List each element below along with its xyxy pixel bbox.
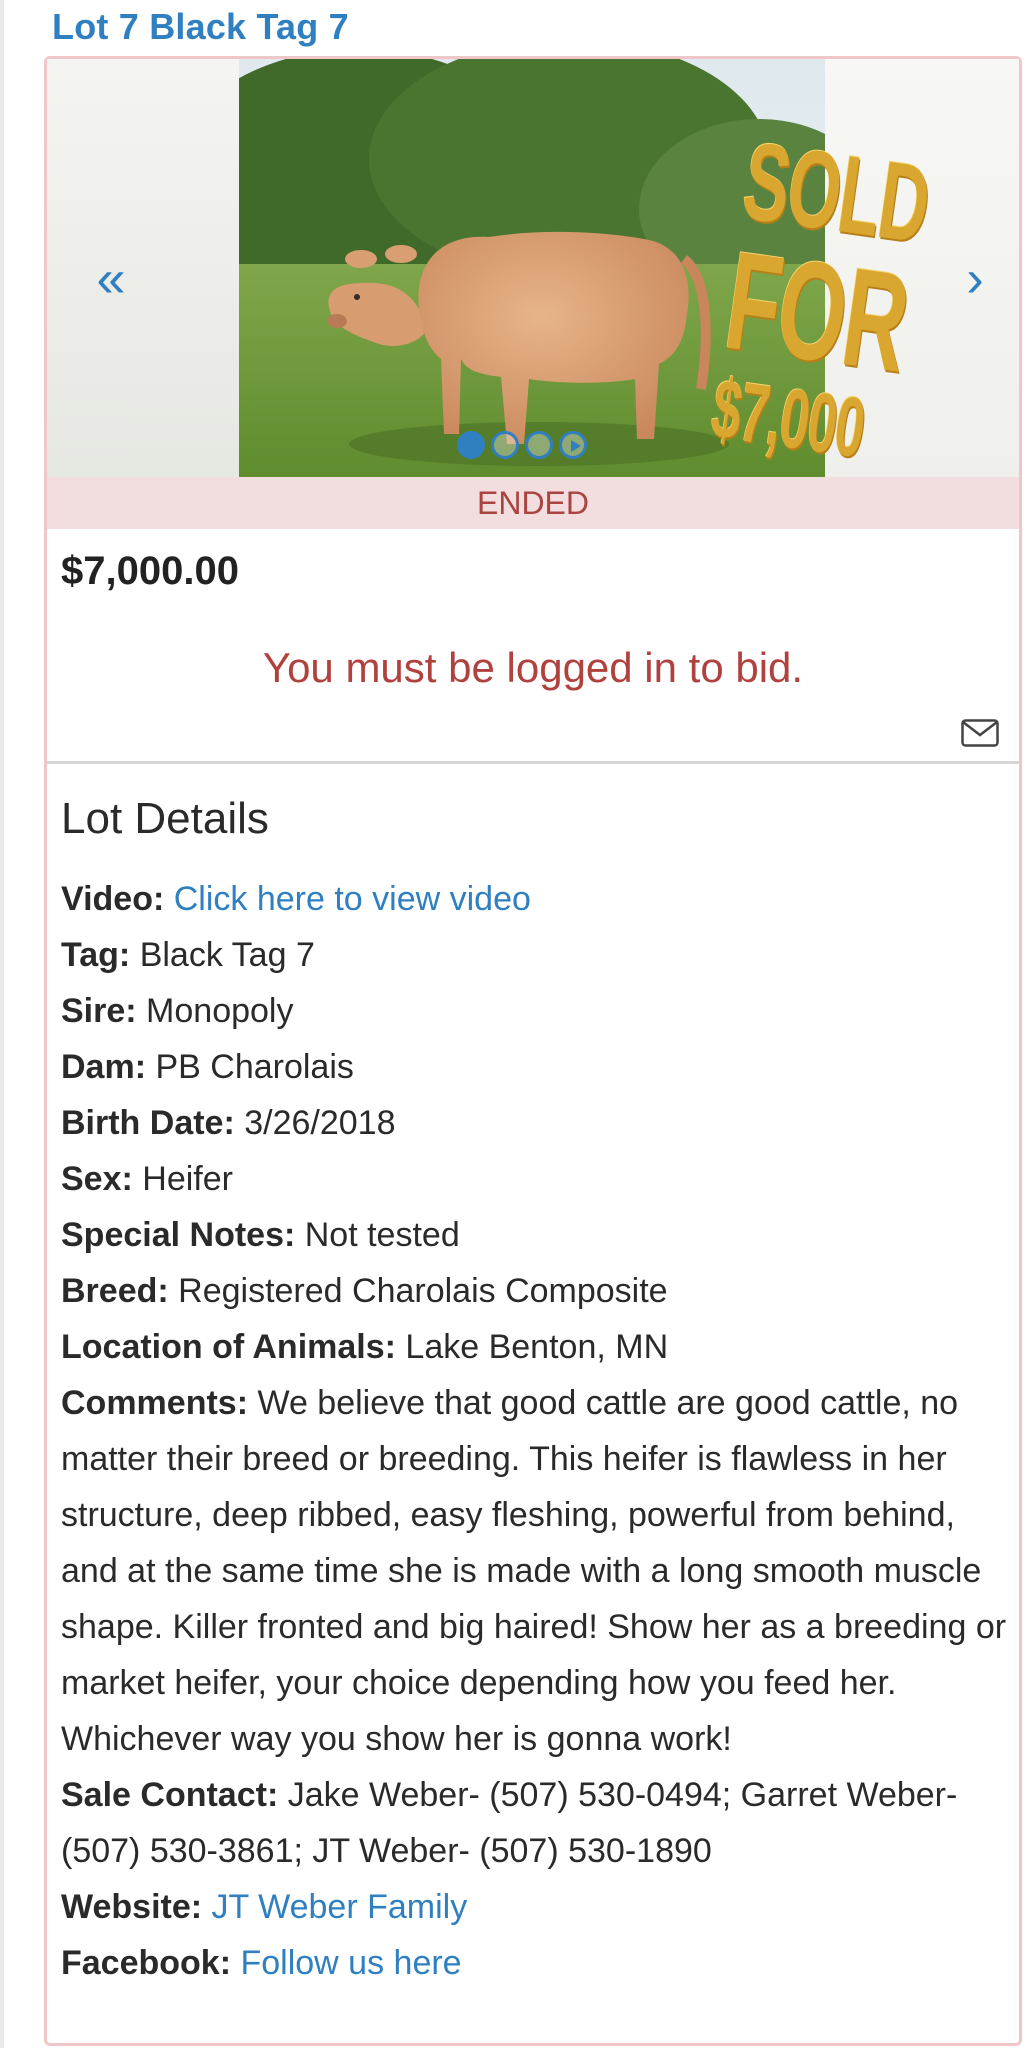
sire-value: Monopoly [146,992,294,1030]
carousel-dot-2[interactable] [491,431,519,459]
birth-date-label: Birth Date: [61,1104,245,1142]
double-chevron-left-icon: « [96,250,126,308]
play-icon[interactable] [559,431,587,459]
detail-row-comments: Comments: We believe that good cattle ar… [61,1375,1011,1767]
detail-row-video: Video: Click here to view video [61,871,1011,927]
facebook-link[interactable]: Follow us here [240,1944,461,1982]
carousel-indicators [457,431,587,459]
login-required-message: You must be logged in to bid. [262,644,804,691]
sex-value: Heifer [142,1160,233,1198]
video-label: Video: [61,880,174,918]
lot-card: « › SOLD FOR $7,000 ENDED $7,000.00 You … [44,56,1022,2046]
current-price: $7,000.00 [61,549,239,593]
sale-contact-label: Sale Contact: [61,1776,288,1814]
dam-label: Dam: [61,1048,156,1086]
chevron-right-icon: › [966,250,984,308]
location-label: Location of Animals: [61,1328,406,1366]
video-link[interactable]: Click here to view video [174,880,531,918]
tag-label: Tag: [61,936,140,974]
lot-details-list: Video: Click here to view video Tag: Bla… [61,871,1011,1991]
sex-label: Sex: [61,1160,143,1198]
page-left-border [0,0,4,2048]
carousel-next-button[interactable]: › [945,249,1005,309]
detail-row-website: Website: JT Weber Family [61,1879,1011,1935]
detail-row-breed: Breed: Registered Charolais Composite [61,1263,1011,1319]
special-notes-label: Special Notes: [61,1216,305,1254]
website-link[interactable]: JT Weber Family [212,1888,468,1926]
detail-row-facebook: Facebook: Follow us here [61,1935,1011,1991]
website-label: Website: [61,1888,212,1926]
detail-row-special-notes: Special Notes: Not tested [61,1207,1011,1263]
birth-date-value: 3/26/2018 [244,1104,396,1142]
lot-photo [239,59,825,477]
carousel-prev-button[interactable]: « [81,249,141,309]
heifer-photo-illustration [239,59,825,477]
detail-row-sire: Sire: Monopoly [61,983,1011,1039]
envelope-icon[interactable] [961,719,999,747]
carousel-dot-3[interactable] [525,431,553,459]
detail-row-tag: Tag: Black Tag 7 [61,927,1011,983]
status-badge: ENDED [47,477,1019,529]
breed-value: Registered Charolais Composite [178,1272,668,1310]
detail-row-sale-contact: Sale Contact: Jake Weber- (507) 530-0494… [61,1767,1011,1879]
breed-label: Breed: [61,1272,179,1310]
image-carousel[interactable]: « › SOLD FOR $7,000 [47,59,1019,477]
lot-title[interactable]: Lot 7 Black Tag 7 [52,6,349,48]
location-value: Lake Benton, MN [405,1328,669,1366]
comments-label: Comments: [61,1384,258,1422]
carousel-dot-1[interactable] [457,431,485,459]
previous-slide-preview [47,59,239,477]
tag-value: Black Tag 7 [139,936,315,974]
dam-value: PB Charolais [155,1048,354,1086]
sire-label: Sire: [61,992,147,1030]
detail-row-dam: Dam: PB Charolais [61,1039,1011,1095]
special-notes-value: Not tested [304,1216,460,1254]
lot-details-heading: Lot Details [61,794,269,843]
facebook-label: Facebook: [61,1944,241,1982]
section-divider [47,761,1019,764]
detail-row-sex: Sex: Heifer [61,1151,1011,1207]
detail-row-birth-date: Birth Date: 3/26/2018 [61,1095,1011,1151]
comments-value: We believe that good cattle are good cat… [61,1384,1007,1758]
detail-row-location: Location of Animals: Lake Benton, MN [61,1319,1011,1375]
